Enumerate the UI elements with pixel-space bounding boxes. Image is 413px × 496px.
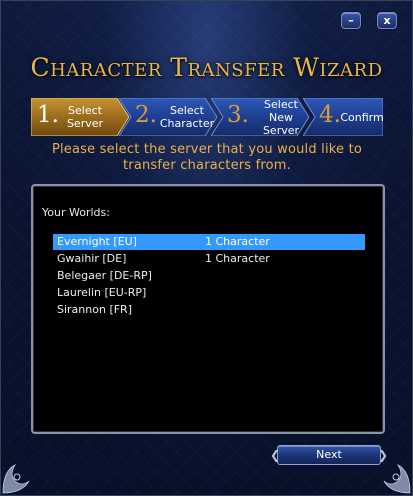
transfer-wizard-window: – x Character Transfer Wizard 1. Select … xyxy=(0,0,413,496)
world-row[interactable]: Sirannon [FR] xyxy=(53,302,365,318)
minimize-button[interactable]: – xyxy=(341,12,361,29)
world-server-name: Evernight [EU] xyxy=(57,235,137,248)
corner-ornament-icon xyxy=(2,463,30,494)
instruction-text: Please select the server that you would … xyxy=(51,142,363,173)
button-cap-right-icon: ❯ xyxy=(378,448,389,462)
world-row[interactable]: Gwaihir [DE] 1 Character xyxy=(53,251,365,267)
step-number: 2. xyxy=(135,102,157,128)
world-server-name: Gwaihir [DE] xyxy=(57,252,127,265)
step-select-server: 1. Select Server xyxy=(31,98,131,136)
wizard-steps: 1. Select Server 2. Select Character 3. … xyxy=(31,97,384,137)
next-button-label: Next xyxy=(316,448,342,461)
world-character-count: 1 Character xyxy=(205,235,270,248)
worlds-list-panel: Your Worlds: Evernight [EU] 1 Character … xyxy=(31,184,385,434)
step-confirm: 4. Confirm xyxy=(303,98,384,136)
step-label: Select Character xyxy=(159,104,215,130)
step-select-new-server: 3. Select New Server xyxy=(211,97,311,137)
wizard-title: Character Transfer Wizard xyxy=(30,53,383,82)
step-number: 3. xyxy=(227,102,249,128)
world-row[interactable]: Evernight [EU] 1 Character xyxy=(53,234,365,250)
close-button[interactable]: x xyxy=(377,12,397,29)
step-label: Select Server xyxy=(66,104,104,130)
step-number: 1. xyxy=(37,102,59,128)
step-number: 4. xyxy=(319,102,341,128)
world-row[interactable]: Belegaer [DE-RP] xyxy=(53,268,365,284)
step-label: Confirm xyxy=(340,110,384,124)
world-row[interactable]: Laurelin [EU-RP] xyxy=(53,285,365,301)
close-icon: x xyxy=(383,14,391,27)
worlds-heading: Your Worlds: xyxy=(42,206,110,219)
world-server-name: Laurelin [EU-RP] xyxy=(57,286,147,299)
world-server-name: Sirannon [FR] xyxy=(57,303,132,316)
minimize-icon: – xyxy=(348,14,354,27)
button-cap-left-icon: ❮ xyxy=(270,448,281,462)
next-button[interactable]: ❮ Next ❯ xyxy=(270,445,388,465)
step-label: Select New Server xyxy=(262,97,300,137)
world-character-count: 1 Character xyxy=(205,252,270,265)
world-server-name: Belegaer [DE-RP] xyxy=(57,269,152,282)
step-select-character: 2. Select Character xyxy=(119,98,219,136)
